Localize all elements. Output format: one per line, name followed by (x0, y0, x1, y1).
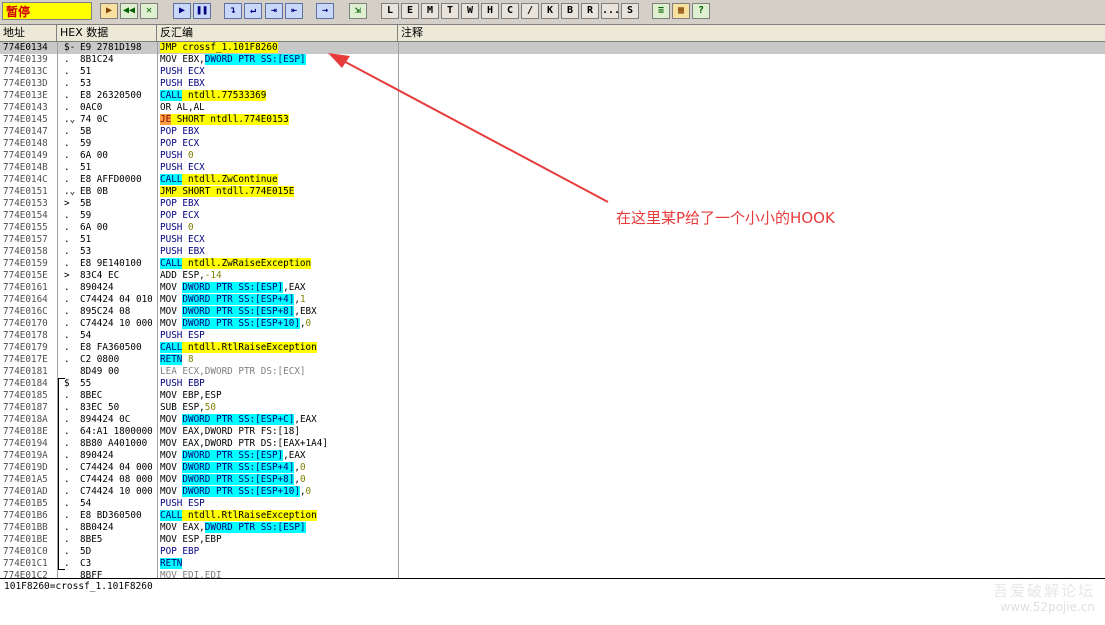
watermark-title: 吾爱破解论坛 (992, 582, 1095, 600)
info-line: 101F8260=crossf_1.101F8260 (4, 581, 153, 592)
watermark-url: www.52pojie.cn (1000, 600, 1095, 614)
annotation-text: 在这里某P给了一个小小的HOOK (616, 209, 835, 227)
annotation-arrow (328, 53, 609, 203)
info-pane: 101F8260=crossf_1.101F8260 (0, 578, 1105, 625)
